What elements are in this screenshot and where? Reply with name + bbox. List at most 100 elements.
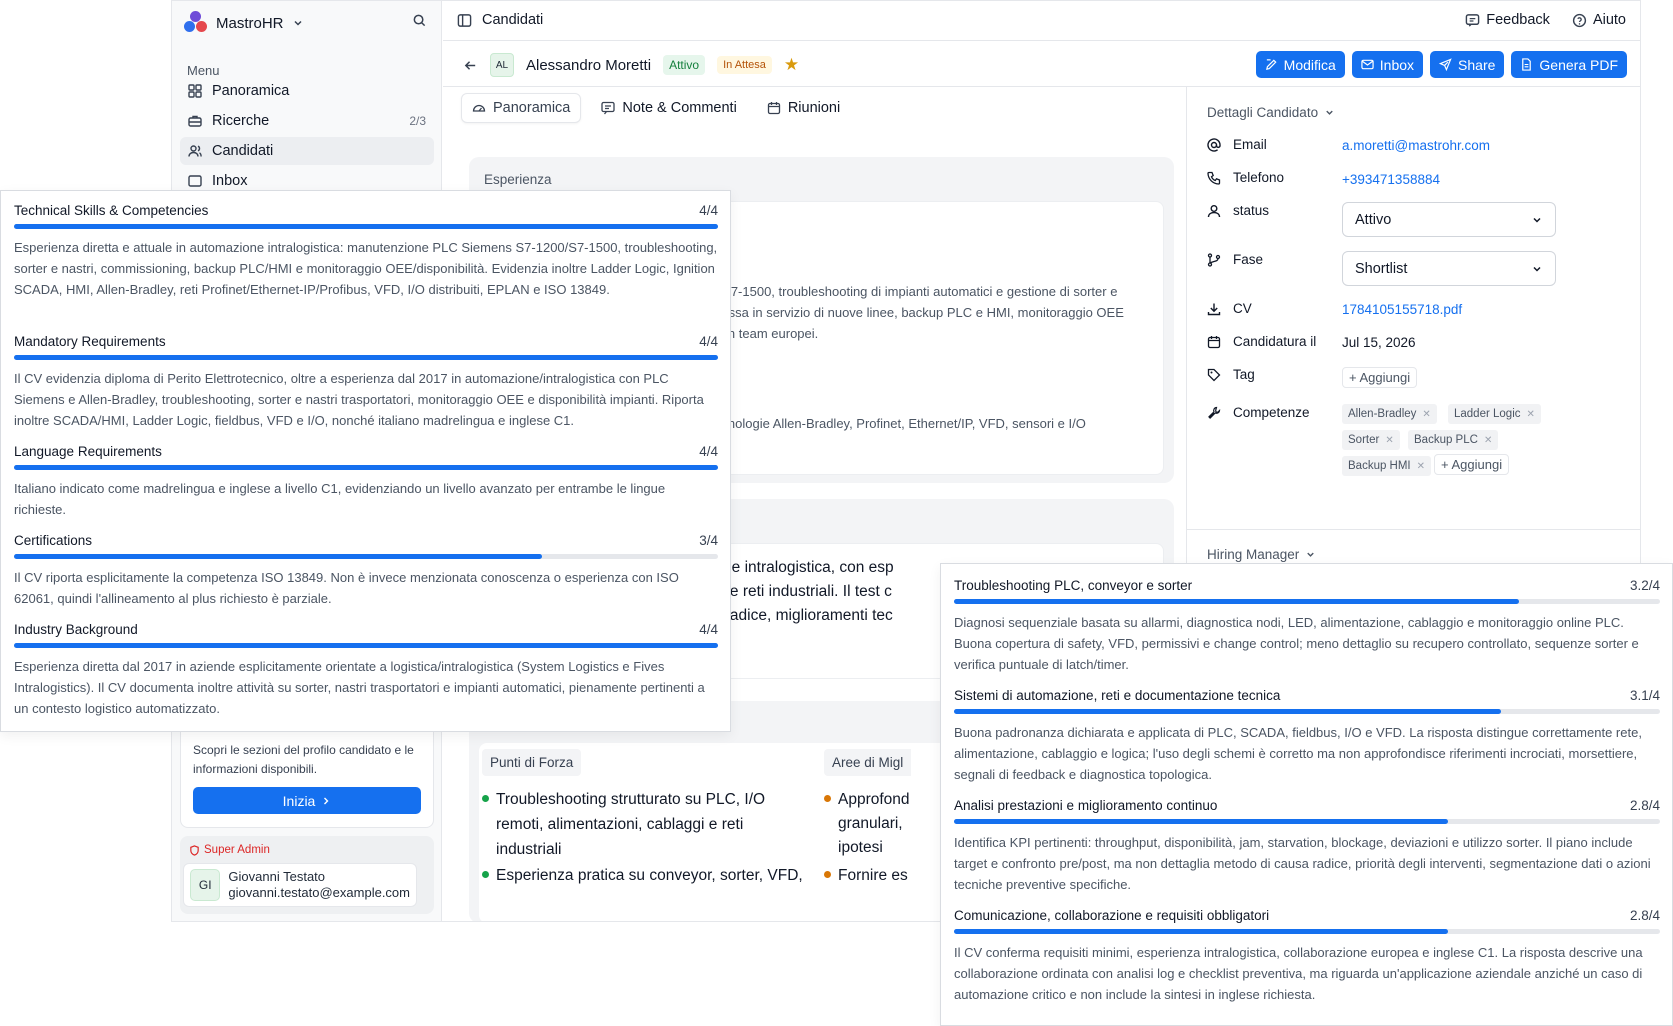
gauge-icon [472,104,486,112]
criterion-title: Comunicazione, collaborazione e requisit… [954,908,1270,923]
score-bar-fill [954,599,1519,604]
criterion-description: Identifica KPI pertinenti: throughput, d… [954,835,1651,892]
guide-text: Scopri le sezioni del profilo candidato … [193,743,414,776]
details-title: Dettagli Candidato [1207,105,1319,120]
tab-riunioni[interactable]: Riunioni [757,93,850,123]
score-bar [954,819,1660,824]
chevron-down-icon [1533,217,1541,223]
criterion-title: Language Requirements [14,444,162,459]
skill-chip[interactable]: Sorter ✕ [1342,430,1400,450]
improvements-header: Aree di Migl [824,749,912,776]
skill-chip[interactable]: Allen-Bradley ✕ [1342,404,1437,424]
email-link[interactable]: a.moretti@mastrohr.com [1342,138,1490,153]
generate-pdf-button[interactable]: Genera PDF [1511,51,1627,78]
tab-label: Riunioni [787,100,841,116]
remove-icon[interactable]: ✕ [1417,461,1425,472]
chevron-down-icon [1533,266,1541,272]
criterion-score: 4/4 [699,203,718,218]
start-tour-button[interactable]: Inizia [193,787,421,814]
criterion-description: Il CV evidenzia diploma di Perito Elettr… [14,371,704,428]
tag-row: Tag [1207,367,1255,382]
chevron-down-icon [293,20,302,26]
add-tag-label: Aggiungi [1359,370,1411,385]
edit-button[interactable]: Modifica [1255,51,1345,78]
skill-chip[interactable]: Ladder Logic ✕ [1448,404,1541,424]
help-label: Aiuto [1592,12,1626,28]
back-arrow-icon[interactable] [463,58,478,73]
criterion-description: Esperienza diretta dal 2017 in aziende e… [14,659,705,716]
experience-label: Esperienza [484,172,552,187]
score-bar [14,643,718,648]
sidebar-toggle-icon[interactable] [457,13,472,28]
criterion-certifications: Certifications 3/4 Il CV riporta esplicit… [14,533,718,609]
skill-chip[interactable]: Backup PLC ✕ [1408,430,1499,450]
chevron-down-icon [1307,552,1315,557]
phone-row: Telefono [1207,170,1284,185]
criterion-score: 4/4 [699,622,718,637]
shield-icon [190,844,199,856]
remove-icon[interactable]: ✕ [1422,409,1430,420]
skill-label: Backup PLC [1414,434,1478,446]
improvement-item: Approfond [838,791,910,808]
score-bar [954,599,1660,604]
hiring-manager-toggle[interactable]: Hiring Manager [1207,547,1316,562]
status-value: Attivo [1355,211,1392,228]
tab-panoramica[interactable]: Panoramica [461,93,582,123]
add-tag-button[interactable]: + Aggiungi [1342,367,1418,388]
score-bar-fill [954,819,1449,824]
details-section-toggle[interactable]: Dettagli Candidato [1207,105,1335,120]
skill-label: Allen-Bradley [1348,408,1417,420]
comment-icon [601,101,616,115]
hiring-manager-title: Hiring Manager [1207,547,1300,562]
criterion-description: Diagnosi sequenziale basata su allarmi, … [954,615,1639,672]
phone-link[interactable]: +393471358884 [1342,172,1440,187]
page-title: Candidati [482,12,544,28]
share-label: Share [1458,56,1496,73]
share-button[interactable]: Share [1430,51,1505,78]
sidebar-item-candidati[interactable]: Candidati [180,137,434,165]
criterion-score: 3/4 [699,533,718,548]
search-icon[interactable] [412,13,427,28]
score-bar [954,929,1660,934]
cv-label: CV [1233,301,1252,316]
divider [1187,529,1640,530]
skill-chip[interactable]: Backup HMI ✕ [1342,456,1432,476]
score-bar-fill [954,929,1449,934]
status-row: status [1207,203,1269,218]
sidebar-item-ricerche[interactable]: Ricerche 2/3 [180,107,434,135]
cv-evaluation-popup: Technical Skills & Competencies 4/4 Esper… [0,190,731,732]
criterion-industry: Industry Background 4/4 Esperienza dirett… [14,622,718,719]
remove-icon[interactable]: ✕ [1527,409,1535,420]
add-skill-button[interactable]: + Aggiungi [1434,454,1510,475]
cv-file-link[interactable]: 1784105155718.pdf [1342,302,1462,317]
sidebar-item-label: Panoramica [212,83,290,99]
user-icon [1207,204,1221,217]
criterion-language: Language Requirements 4/4 Italiano indica… [14,444,718,520]
criterion-description: Italiano indicato come madrelingua e ing… [14,481,666,517]
status-select[interactable]: Attivo [1342,202,1556,237]
message-icon [1465,13,1480,27]
workspace-switcher[interactable]: MastroHR [184,11,304,35]
criterion-communication: Comunicazione, collaborazione e requisit… [954,908,1660,1005]
sidebar-item-panoramica[interactable]: Panoramica [180,77,434,105]
candidate-name: Alessandro Moretti [526,56,652,74]
strength-item: Troubleshooting strutturato su PLC, I/O … [496,791,766,858]
remove-icon[interactable]: ✕ [1484,435,1492,446]
candidate-header: AL Alessandro Moretti Attivo In Attesa ★… [443,41,1640,87]
feedback-button[interactable]: Feedback [1465,12,1550,28]
experience-line: con tecnologie Allen-Bradley, Profinet, … [686,416,1086,431]
criterion-score: 2.8/4 [1629,798,1660,813]
sidebar-item-label: Candidati [212,143,274,159]
help-button[interactable]: Aiuto [1572,12,1626,28]
star-icon[interactable]: ★ [784,55,799,75]
user-menu[interactable]: GI Giovanni Testato giovanni.testato@exa… [183,863,417,907]
skills-row: Competenze [1207,405,1310,420]
inbox-button[interactable]: Inbox [1351,51,1424,78]
criterion-score: 3.2/4 [1629,578,1660,593]
status-badge: Attivo [663,55,706,75]
phase-select[interactable]: Shortlist [1342,251,1556,286]
inbox-label: Inbox [1379,56,1415,73]
tab-note-commenti[interactable]: Note & Commenti [591,93,746,123]
remove-icon[interactable]: ✕ [1385,435,1393,446]
criterion-description: Buona padronanza dichiarata e applicata … [954,725,1642,782]
